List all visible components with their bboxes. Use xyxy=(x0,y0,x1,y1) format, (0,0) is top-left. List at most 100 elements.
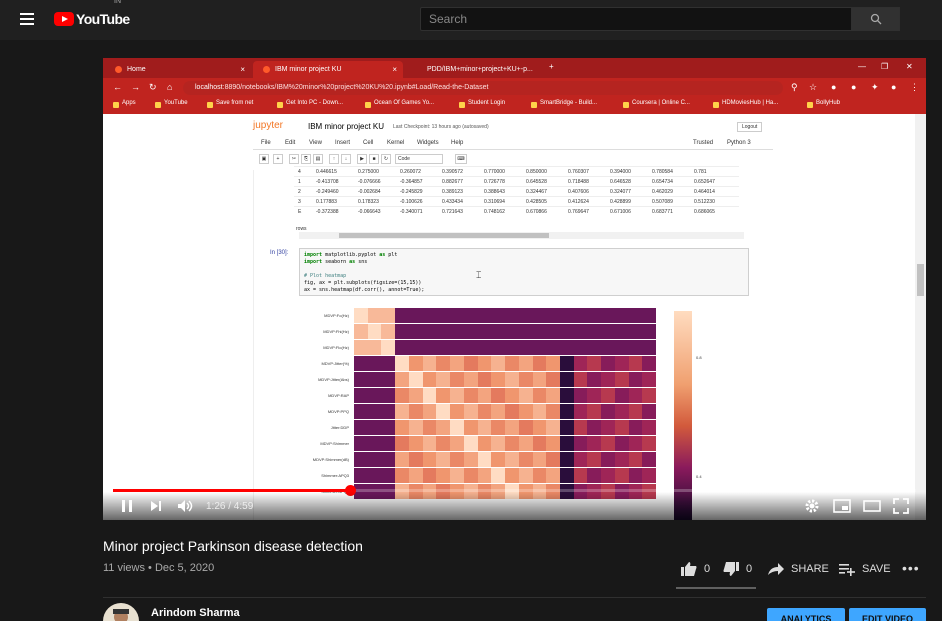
code-line: fig, ax = plt.subplots(figsize=(15,15)) xyxy=(304,280,422,286)
table-cell: 0.512230 xyxy=(694,199,715,205)
like-button[interactable]: 0 xyxy=(680,561,710,577)
heatmap-cell xyxy=(450,388,464,403)
heatmap-cell xyxy=(614,404,629,419)
search-button[interactable] xyxy=(851,7,900,31)
heatmap-cell xyxy=(518,388,533,403)
heatmap-label: MDVP:Jitter(%) xyxy=(321,361,349,366)
heatmap-cell xyxy=(518,468,533,483)
run-icon: ▶ xyxy=(357,154,367,164)
save-button[interactable]: SAVE xyxy=(838,561,891,577)
extension-icon: ● xyxy=(831,82,837,92)
heatmap-cell xyxy=(587,436,602,451)
heatmap-cell xyxy=(505,420,519,435)
heatmap-cell xyxy=(422,452,437,467)
table-cell: 0.177883 xyxy=(316,199,337,205)
move-up-icon: ↑ xyxy=(329,154,339,164)
heatmap-cell xyxy=(354,436,368,451)
kebab-menu-icon: ⋮ xyxy=(910,82,919,92)
heatmap-cell xyxy=(546,308,561,323)
heatmap-cell xyxy=(450,404,464,419)
heatmap-label: MDVP:Shimmer xyxy=(320,441,349,446)
heatmap-cell xyxy=(463,356,478,371)
table-cell: 0.780584 xyxy=(652,169,673,175)
menu-item: Cell xyxy=(363,140,374,146)
heatmap-cell xyxy=(450,356,464,371)
heatmap-cell xyxy=(436,452,451,467)
heatmap-cell xyxy=(381,324,396,339)
youtube-logo[interactable]: YouTube xyxy=(54,11,130,27)
heatmap-cell xyxy=(491,420,506,435)
edit-video-button[interactable]: EDIT VIDEO xyxy=(849,608,926,621)
like-ratio-bar xyxy=(676,587,756,589)
close-icon: × xyxy=(392,65,397,74)
table-cell: -0.076666 xyxy=(358,179,381,185)
heatmap-row xyxy=(354,436,657,451)
thumbs-up-icon xyxy=(681,562,697,576)
tab-label: IBM minor project KU xyxy=(275,66,342,73)
heatmap-label: MDVP:Shimmer(dB) xyxy=(312,457,349,462)
url-host: localhost xyxy=(195,84,223,91)
next-icon[interactable] xyxy=(149,498,163,519)
trusted-badge: Trusted xyxy=(693,140,714,146)
heatmap-cell xyxy=(463,308,478,323)
heatmap-cell xyxy=(642,436,657,451)
heatmap-cell xyxy=(354,388,368,403)
heatmap-cell xyxy=(491,388,506,403)
heatmap-cell xyxy=(518,324,533,339)
table-cell: -0.249460 xyxy=(316,189,339,195)
avatar[interactable] xyxy=(103,603,139,621)
close-icon: × xyxy=(240,65,245,74)
heatmap-cell xyxy=(463,468,478,483)
tab-label: PDD/IBM+minor+project+KU+-p... xyxy=(427,66,533,73)
heatmap-cell xyxy=(450,436,464,451)
heatmap-cell xyxy=(395,468,409,483)
reload-icon: ↻ xyxy=(149,82,157,92)
bookmark-item: BollyHub xyxy=(807,100,840,108)
heatmap-cell xyxy=(560,468,574,483)
bookmark-item: Save from net xyxy=(207,100,253,108)
url-path: :8890/notebooks/IBM%20minor%20project%20… xyxy=(222,84,489,91)
table-cell: 0.769647 xyxy=(568,209,589,215)
heatmap-cell xyxy=(436,340,451,355)
pause-icon[interactable] xyxy=(119,498,135,519)
dislike-button[interactable]: 0 xyxy=(722,561,752,577)
menu-item: File xyxy=(261,140,271,146)
share-button[interactable]: SHARE xyxy=(767,561,829,577)
heatmap-cell xyxy=(573,372,588,387)
table-cell: -0.413708 xyxy=(316,179,339,185)
table-cell: 0.748162 xyxy=(484,209,505,215)
fullscreen-icon[interactable] xyxy=(893,498,909,519)
video-player[interactable]: Home × IBM minor project KU × PDD/IBM+mino… xyxy=(103,58,926,520)
heatmap-cell xyxy=(477,436,492,451)
like-count: 0 xyxy=(704,563,711,575)
heatmap-cell xyxy=(560,324,574,339)
heatmap-cell xyxy=(505,308,519,323)
heatmap-cell xyxy=(422,468,437,483)
heatmap-cell xyxy=(518,452,533,467)
settings-icon[interactable] xyxy=(804,498,820,519)
heatmap-cell xyxy=(463,388,478,403)
theater-icon[interactable] xyxy=(863,498,881,519)
heatmap-cell xyxy=(601,468,615,483)
menu-icon[interactable] xyxy=(20,13,34,25)
more-actions-icon[interactable]: ••• xyxy=(902,560,920,576)
table-cell: 0.428505 xyxy=(526,199,547,205)
search-input[interactable]: Search xyxy=(420,7,852,31)
logout-button: Logout xyxy=(737,122,763,132)
channel-name[interactable]: Arindom Sharma xyxy=(151,607,240,619)
table-cell: 0.462029 xyxy=(652,189,673,195)
heatmap-row xyxy=(354,388,657,403)
browser-tab-active: IBM minor project KU × xyxy=(253,61,403,78)
heatmap-cell xyxy=(560,420,574,435)
analytics-button[interactable]: ANALYTICS xyxy=(767,608,845,621)
volume-icon[interactable] xyxy=(177,498,195,519)
heatmap-cell xyxy=(463,324,478,339)
keyboard-icon: ⌨ xyxy=(455,154,467,164)
table-row: 2 -0.249460 -0.002684 -0.245829 0.389123 0.38… xyxy=(294,186,739,196)
heatmap-cell xyxy=(601,452,615,467)
miniplayer-icon[interactable] xyxy=(833,498,851,519)
heatmap-cell xyxy=(381,340,396,355)
heatmap-cell xyxy=(601,340,615,355)
heatmap-cell xyxy=(450,372,464,387)
heatmap-cell xyxy=(546,324,561,339)
